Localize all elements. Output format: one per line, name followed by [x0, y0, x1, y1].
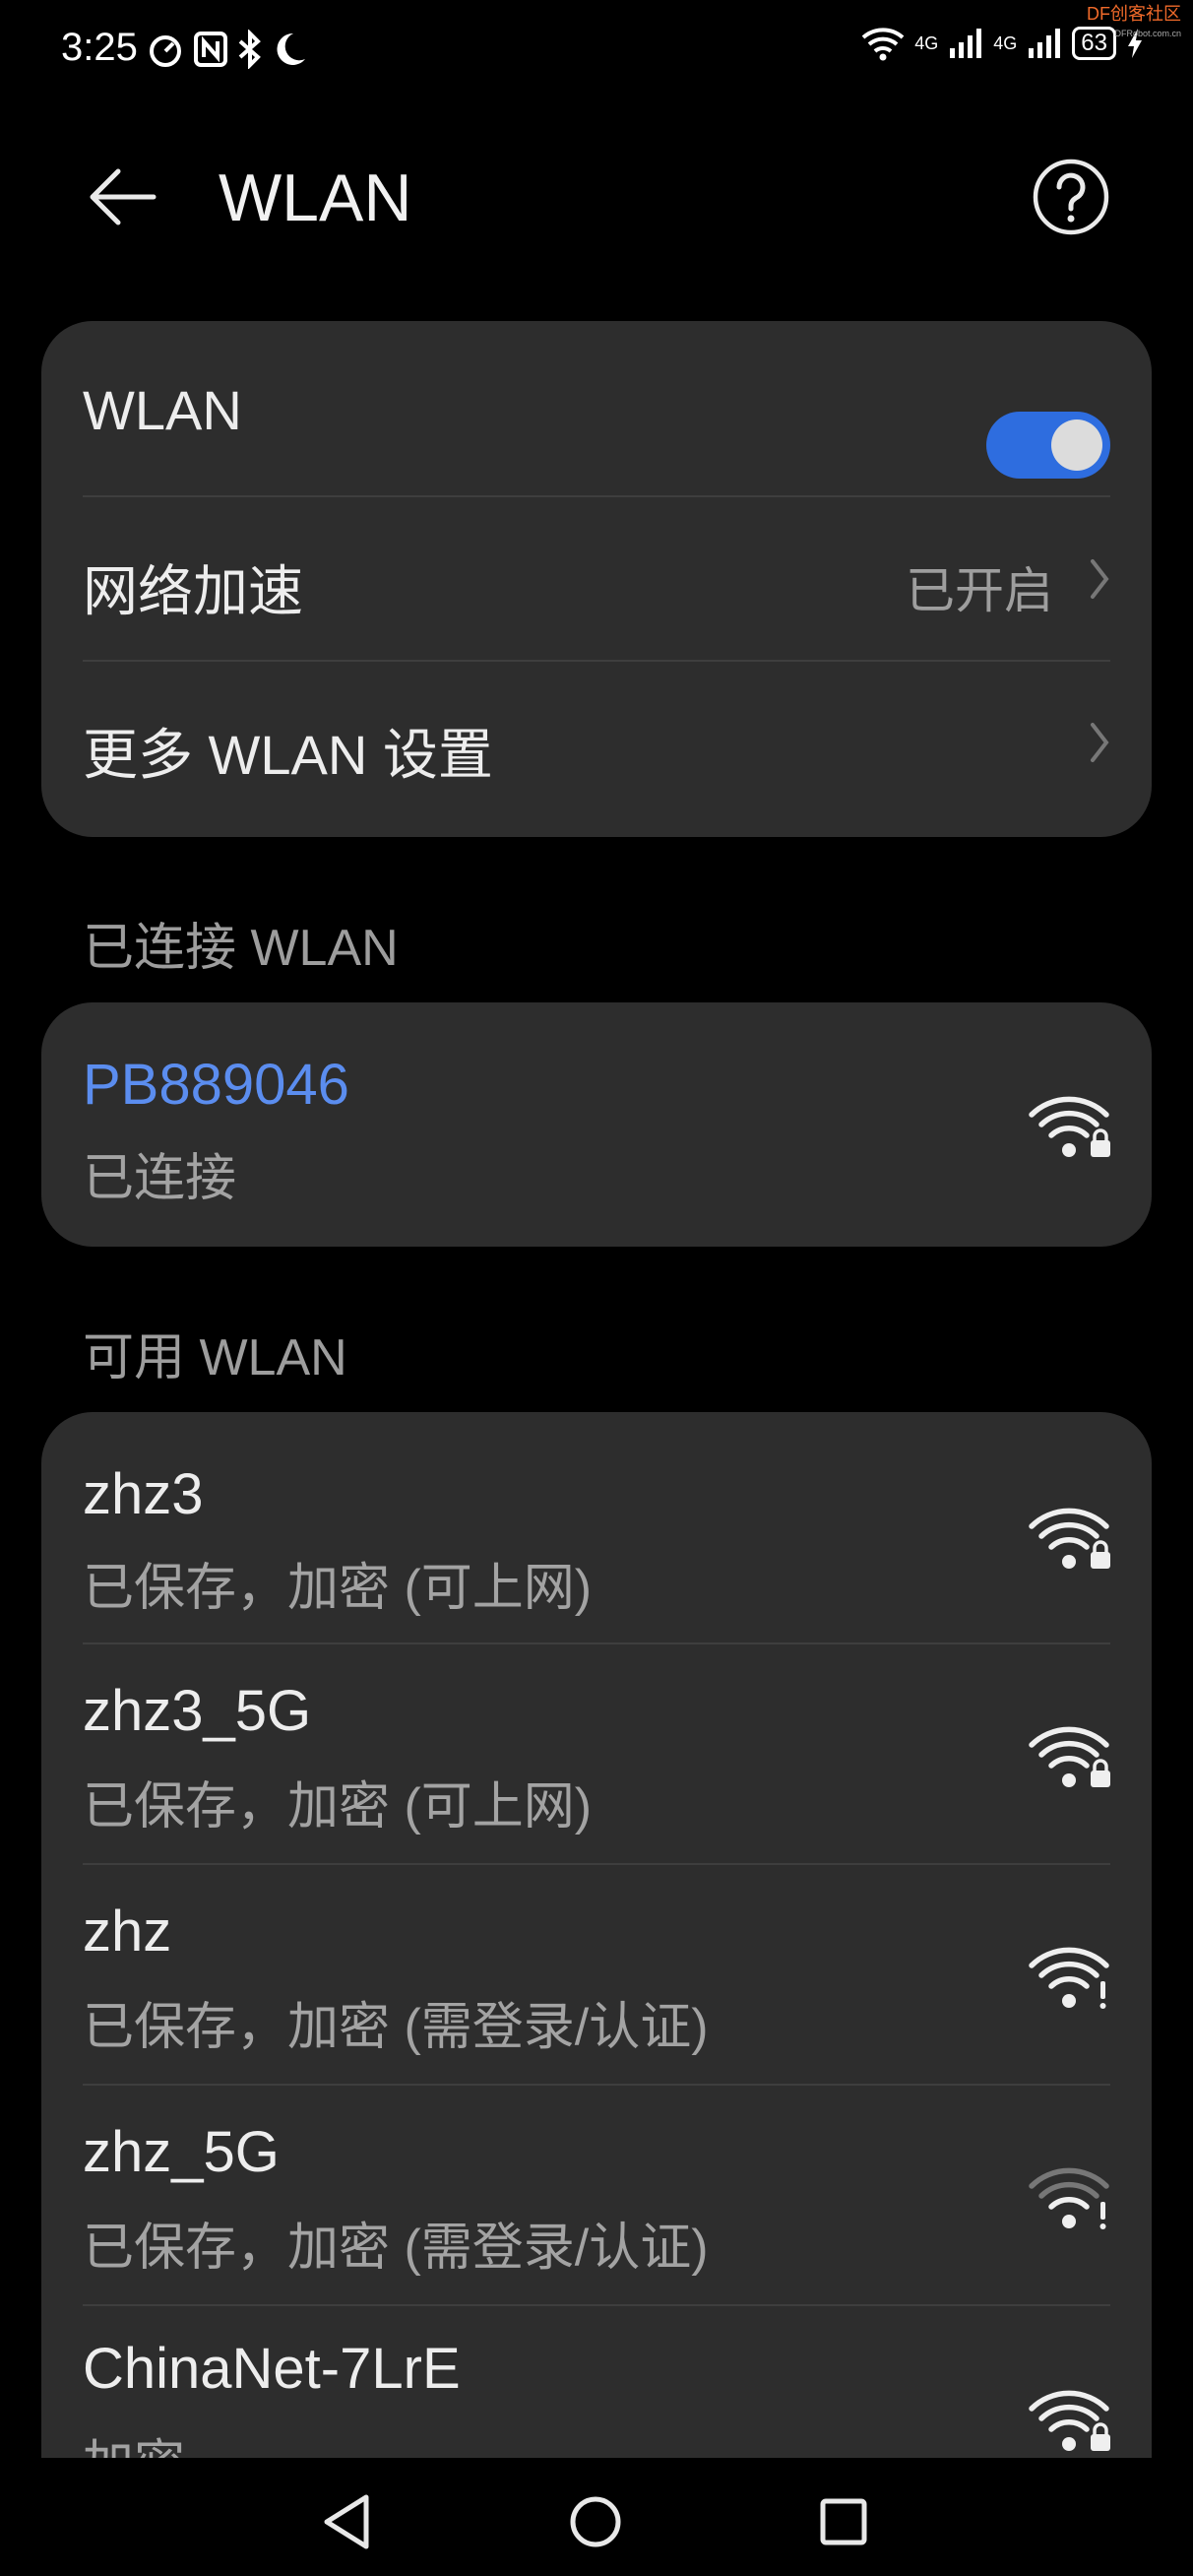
circle-home-icon[interactable] [561, 2487, 630, 2556]
chevron-right-icon [1091, 559, 1109, 599]
divider [83, 495, 1110, 497]
available-section-label: 可用 WLAN [83, 1329, 347, 1386]
page-title: WLAN [219, 161, 412, 235]
bluetooth-icon [238, 30, 261, 69]
connected-network-name: PB889046 [83, 1053, 349, 1117]
wifi-lock-icon [1029, 1096, 1110, 1157]
wifi-status-icon [861, 28, 905, 61]
wifi-alert-icon [1029, 1947, 1109, 2009]
connected-network-status: 已连接 [83, 1150, 237, 1207]
network-accel-value: 已开启 [906, 563, 1053, 618]
status-left-icons [146, 30, 307, 69]
status-bar: 3:25 4G 4G 63 DF创客社区 DFRobot.com.cn [0, 0, 1193, 98]
help-icon[interactable] [1032, 158, 1110, 236]
settings-card: WLAN 网络加速 已开启 更多 WLAN 设置 [41, 321, 1152, 837]
switch-knob [1051, 419, 1102, 471]
connected-section-label: 已连接 WLAN [83, 920, 399, 977]
network-type-2: 4G [993, 32, 1018, 53]
wlan-switch[interactable] [986, 412, 1110, 479]
wlan-toggle-label: WLAN [83, 379, 242, 441]
network-status: 已保存，加密 (可上网) [83, 1778, 593, 1835]
watermark: DF创客社区 DFRobot.com.cn [1087, 4, 1181, 43]
network-item-zhz3[interactable]: zhz3 已保存，加密 (可上网) [41, 1412, 1152, 1633]
more-wlan-settings-label: 更多 WLAN 设置 [83, 724, 493, 786]
more-wlan-settings-row[interactable]: 更多 WLAN 设置 [83, 662, 1110, 837]
system-navigation-bar [0, 2458, 1193, 2576]
network-accel-row[interactable]: 网络加速 已开启 [83, 498, 1110, 662]
connected-network-card[interactable]: PB889046 已连接 [41, 1002, 1152, 1247]
wifi-lock-icon [1029, 1726, 1110, 1787]
network-name: zhz3 [83, 1462, 204, 1526]
wifi-lock-icon [1029, 1508, 1110, 1569]
network-status: 已保存，加密 (需登录/认证) [83, 1999, 709, 2056]
signal-icon-2 [1029, 29, 1061, 58]
network-item-zhz[interactable]: zhz 已保存，加密 (需登录/认证) [41, 1865, 1152, 2084]
network-item-zhz-5g[interactable]: zhz_5G 已保存，加密 (需登录/认证) [41, 2086, 1152, 2304]
network-accel-label: 网络加速 [83, 560, 303, 622]
wlan-toggle-row[interactable]: WLAN [83, 321, 1110, 498]
watermark-text: DF创客社区 [1087, 4, 1181, 24]
network-item-zhz3-5g[interactable]: zhz3_5G 已保存，加密 (可上网) [41, 1644, 1152, 1863]
signal-icon [950, 29, 982, 58]
network-name: zhz3_5G [83, 1679, 312, 1743]
available-networks-card: zhz3 已保存，加密 (可上网) zhz3_5G 已保存，加密 (可上网) z… [41, 1412, 1152, 2576]
network-name: zhz [83, 1900, 172, 1964]
speedometer-icon [150, 35, 181, 67]
back-arrow-icon[interactable] [83, 158, 161, 236]
status-time: 3:25 [61, 26, 138, 69]
square-recent-icon[interactable] [809, 2487, 878, 2556]
moon-icon [277, 32, 305, 65]
chevron-right-icon [1091, 723, 1109, 762]
network-status: 已保存，加密 (需登录/认证) [83, 2220, 709, 2277]
network-name: ChinaNet-7LrE [83, 2337, 461, 2401]
network-type-1: 4G [914, 32, 939, 53]
nfc-icon [194, 32, 227, 67]
network-status: 已保存，加密 (可上网) [83, 1560, 593, 1617]
wifi-lock-icon [1029, 2390, 1110, 2451]
top-bar: WLAN [0, 148, 1193, 246]
watermark-subtext: DFRobot.com.cn [1114, 29, 1181, 38]
network-name: zhz_5G [83, 2120, 280, 2184]
triangle-back-icon[interactable] [313, 2487, 382, 2556]
wifi-weak-alert-icon [1029, 2167, 1109, 2229]
